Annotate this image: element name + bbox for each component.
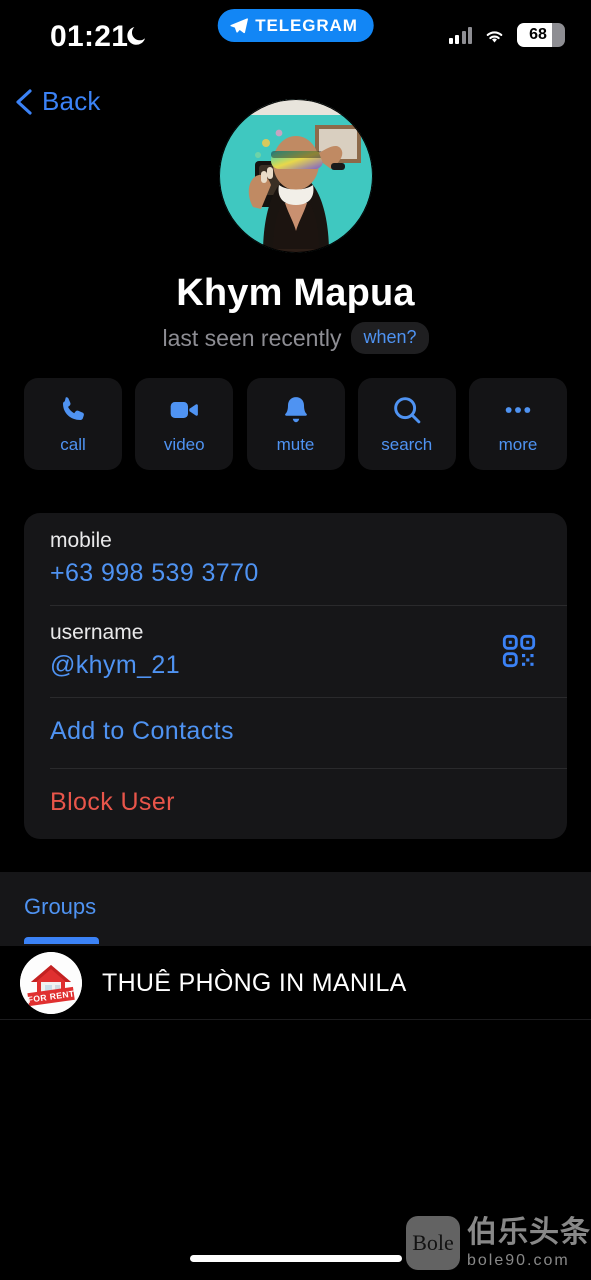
add-to-contacts-label[interactable]: Add to Contacts — [50, 717, 541, 746]
battery-percent: 68 — [529, 26, 547, 43]
watermark-url: bole90.com — [467, 1251, 570, 1269]
status-bar: 01:21 TELEGRAM 68 — [0, 0, 591, 76]
back-label: Back — [42, 86, 101, 116]
telegram-profile-screen: 01:21 TELEGRAM 68 Back Khym Mapua last s… — [0, 0, 591, 1280]
chevron-left-icon — [16, 88, 32, 115]
qr-code-icon[interactable] — [501, 633, 537, 669]
add-to-contacts-row[interactable]: Add to Contacts — [24, 697, 567, 768]
moon-icon — [127, 27, 145, 45]
search-label: search — [381, 434, 433, 454]
when-badge[interactable]: when? — [351, 322, 429, 354]
group-name: THUÊ PHÒNG IN MANILA — [102, 968, 407, 997]
watermark-badge: Bole — [406, 1216, 460, 1270]
more-button[interactable]: more — [469, 378, 567, 470]
block-user-label[interactable]: Block User — [50, 788, 541, 817]
bell-icon — [284, 396, 307, 422]
groups-list: FOR RENT THUÊ PHÒNG IN MANILA — [0, 946, 591, 1020]
call-button[interactable]: call — [24, 378, 122, 470]
dynamic-island-label: TELEGRAM — [255, 15, 358, 35]
video-label: video — [163, 434, 205, 454]
username-label: username — [50, 621, 144, 644]
cellular-signal-icon — [448, 26, 472, 44]
for-rent-house-avatar: FOR RENT — [20, 952, 82, 1014]
action-button-row: call video mute search more — [24, 378, 567, 470]
call-label: call — [60, 434, 86, 454]
video-button[interactable]: video — [135, 378, 234, 470]
phone-icon — [63, 396, 84, 420]
status-bar-time: 01:21 — [50, 20, 129, 53]
mobile-label: mobile — [50, 529, 112, 552]
magnifier-icon — [393, 396, 421, 423]
dynamic-island-telegram[interactable]: TELEGRAM — [217, 9, 374, 42]
video-camera-icon — [170, 401, 199, 418]
block-user-row[interactable]: Block User — [24, 768, 567, 839]
telegram-plane-icon — [229, 18, 248, 34]
watermark: Bole 伯乐头条 bole90.com — [406, 1216, 591, 1270]
wifi-icon — [486, 30, 503, 42]
profile-info-card: mobile +63 998 539 3770 username @khym_2… — [24, 513, 567, 839]
tab-groups[interactable]: Groups — [24, 894, 96, 920]
search-button[interactable]: search — [357, 378, 456, 470]
groups-tab-bar: Groups — [0, 872, 591, 946]
profile-status: last seen recently when? — [0, 322, 591, 354]
home-indicator[interactable] — [189, 1255, 402, 1262]
watermark-text: 伯乐头条 bole90.com — [467, 1215, 591, 1269]
ellipsis-icon — [505, 406, 531, 413]
tab-active-indicator — [24, 937, 99, 944]
back-button[interactable]: Back — [14, 86, 101, 117]
page-title: Khym Mapua — [176, 272, 415, 314]
mobile-value[interactable]: +63 998 539 3770 — [50, 559, 541, 588]
mute-label: mute — [276, 434, 315, 454]
watermark-cn: 伯乐头条 — [467, 1215, 591, 1249]
mute-button[interactable]: mute — [246, 378, 345, 470]
username-row[interactable]: username @khym_21 — [24, 605, 567, 697]
mobile-row[interactable]: mobile +63 998 539 3770 — [24, 513, 567, 605]
battery-icon: 68 — [517, 23, 565, 47]
profile-avatar[interactable] — [218, 99, 373, 253]
username-value[interactable]: @khym_21 — [50, 651, 541, 680]
more-label: more — [498, 434, 538, 454]
status-bar-indicators: 68 — [448, 23, 565, 47]
last-seen-text: last seen recently — [162, 324, 342, 351]
list-item[interactable]: FOR RENT THUÊ PHÒNG IN MANILA — [0, 946, 591, 1020]
